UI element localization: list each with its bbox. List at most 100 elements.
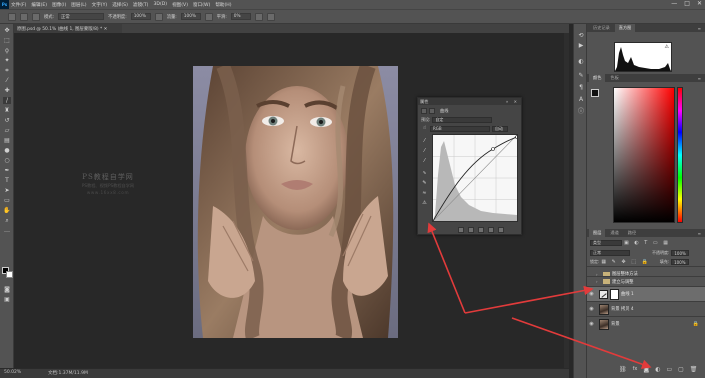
layer-opacity-input[interactable]: 100% bbox=[671, 250, 690, 256]
history-panel-icon[interactable]: ⟲ bbox=[577, 32, 585, 39]
maximize-button[interactable]: □ bbox=[684, 0, 690, 7]
tab-history[interactable]: 历史记录 bbox=[589, 24, 614, 32]
clip-to-layer-icon[interactable] bbox=[458, 227, 464, 233]
brush-panel-icon[interactable] bbox=[32, 12, 40, 21]
smooth-icon[interactable]: ≈ bbox=[421, 190, 428, 197]
menu-layer[interactable]: 图层(L) bbox=[71, 2, 86, 8]
character-icon[interactable]: A bbox=[577, 96, 585, 103]
airbrush-icon[interactable] bbox=[204, 12, 213, 21]
layer-kind-select[interactable]: 类型 bbox=[590, 240, 622, 246]
tab-swatches[interactable]: 色板 bbox=[606, 74, 622, 82]
curve-edit-icon[interactable]: ∿ bbox=[421, 170, 428, 177]
fill-input[interactable]: 100% bbox=[671, 259, 690, 265]
info-icon[interactable]: ⓘ bbox=[577, 108, 585, 115]
hand-adjust-icon[interactable]: ☝ bbox=[421, 125, 428, 132]
view-previous-icon[interactable] bbox=[468, 227, 474, 233]
layer-row[interactable]: ◉ 背景 拷贝 4 bbox=[587, 301, 705, 316]
play-icon[interactable]: ▶ bbox=[577, 42, 585, 49]
quick-mask-icon[interactable]: ◙ bbox=[3, 286, 11, 293]
auto-button[interactable]: 自动 bbox=[492, 125, 508, 132]
zoom-icon[interactable]: ⌕ bbox=[3, 217, 11, 224]
hand-icon[interactable]: ✋ bbox=[3, 207, 11, 214]
properties-header[interactable]: 属性 » ✕ bbox=[418, 98, 521, 105]
healing-icon[interactable]: ✚ bbox=[3, 87, 11, 94]
trash-icon[interactable] bbox=[498, 227, 504, 233]
eye-icon[interactable]: ◉ bbox=[587, 291, 596, 297]
menu-select[interactable]: 选择(S) bbox=[112, 2, 128, 8]
history-brush-icon[interactable]: ↺ bbox=[3, 117, 11, 124]
new-group-icon[interactable]: ▭ bbox=[666, 366, 672, 373]
add-mask-icon[interactable]: ◙ bbox=[643, 366, 649, 373]
visibility-icon[interactable] bbox=[488, 227, 494, 233]
layer-row-selected[interactable]: ◉ 曲线 1 bbox=[587, 286, 705, 301]
eye-icon[interactable]: ◉ bbox=[587, 321, 596, 327]
link-icon[interactable]: ⛓ bbox=[619, 366, 627, 373]
flow-input[interactable]: 100% bbox=[180, 13, 201, 20]
eye-icon[interactable]: ◉ bbox=[587, 306, 596, 312]
menu-file[interactable]: 文件(F) bbox=[11, 2, 26, 8]
properties-tab[interactable]: 属性 bbox=[420, 99, 428, 105]
tab-paths[interactable]: 路径 bbox=[624, 229, 640, 237]
eraser-icon[interactable]: ▱ bbox=[3, 127, 11, 134]
trash-icon[interactable]: 🗑 bbox=[690, 366, 698, 373]
white-point-eyedropper-icon[interactable]: ⁄ bbox=[421, 158, 428, 165]
curves-graph[interactable] bbox=[432, 134, 519, 222]
preset-select[interactable]: 自定 bbox=[432, 117, 493, 123]
menu-view[interactable]: 视图(V) bbox=[172, 2, 188, 8]
screen-mode-icon[interactable]: ▣ bbox=[3, 296, 11, 303]
pressure-opacity-icon[interactable] bbox=[154, 12, 163, 21]
reset-icon[interactable] bbox=[478, 227, 484, 233]
marquee-icon[interactable]: ⬚ bbox=[3, 37, 11, 44]
zoom-level[interactable]: 50.02% bbox=[4, 370, 21, 375]
tab-channels[interactable]: 通道 bbox=[606, 229, 622, 237]
pen-icon[interactable]: ✒ bbox=[3, 167, 11, 174]
minimize-button[interactable]: — bbox=[671, 0, 677, 7]
lock-icons[interactable]: ▦ ✎ ✥ ⬚ 🔒 bbox=[601, 259, 649, 265]
brush-panel-icon[interactable]: ✎ bbox=[577, 72, 585, 79]
layer-row[interactable]: ◉ 背景 🔒 bbox=[587, 316, 705, 331]
shape-icon[interactable]: ▭ bbox=[3, 197, 11, 204]
paragraph-icon[interactable]: ¶ bbox=[577, 84, 585, 91]
panel-window-buttons[interactable]: » ✕ bbox=[506, 99, 519, 104]
blur-icon[interactable]: ● bbox=[3, 147, 11, 154]
type-icon[interactable]: T bbox=[3, 177, 11, 184]
dodge-icon[interactable]: ○ bbox=[3, 157, 11, 164]
gradient-icon[interactable]: ▤ bbox=[3, 137, 11, 144]
menu-edit[interactable]: 编辑(E) bbox=[31, 2, 47, 8]
close-button[interactable]: ✕ bbox=[697, 0, 702, 7]
layer-row[interactable]: › 建立与调整 bbox=[587, 276, 705, 286]
mode-select[interactable]: 正常 bbox=[58, 13, 105, 20]
menu-3d[interactable]: 3D(D) bbox=[153, 2, 167, 7]
layer-mask-thumb[interactable] bbox=[610, 288, 619, 300]
fx-icon[interactable]: fx bbox=[633, 366, 638, 373]
brush-size-icon[interactable] bbox=[20, 12, 28, 21]
hue-slider[interactable] bbox=[677, 87, 683, 223]
menu-image[interactable]: 图像(I) bbox=[52, 2, 66, 8]
move-icon[interactable]: ✥ bbox=[3, 27, 11, 34]
color-picker-field[interactable] bbox=[613, 87, 675, 223]
menu-type[interactable]: 文字(Y) bbox=[92, 2, 108, 8]
gear-icon[interactable] bbox=[254, 12, 263, 21]
gray-point-eyedropper-icon[interactable]: ⁄ bbox=[421, 148, 428, 155]
magic-wand-icon[interactable]: ✦ bbox=[3, 57, 11, 64]
blend-mode-select[interactable]: 正常 bbox=[590, 250, 630, 256]
panel-menu-icon[interactable]: ≡ bbox=[698, 76, 701, 81]
tab-histogram[interactable]: 直方图 bbox=[614, 24, 636, 32]
menu-filter[interactable]: 滤镜(T) bbox=[133, 2, 149, 8]
new-adjustment-icon[interactable]: ◐ bbox=[655, 366, 660, 373]
expand-caret-icon[interactable]: › bbox=[596, 279, 602, 284]
panel-menu-icon[interactable]: ≡ bbox=[698, 26, 701, 31]
menu-help[interactable]: 帮助(H) bbox=[215, 2, 231, 8]
layer-filter-icons[interactable]: ▣ ◐ T ▭ ▦ bbox=[624, 240, 670, 246]
pencil-icon[interactable]: ✎ bbox=[421, 180, 428, 187]
black-point-eyedropper-icon[interactable]: ⁄ bbox=[421, 138, 428, 145]
panel-foreground-swatch[interactable] bbox=[591, 89, 599, 97]
brush-preset-icon[interactable] bbox=[8, 12, 16, 21]
tab-layers[interactable]: 图层 bbox=[589, 229, 606, 237]
crop-icon[interactable]: ⌗ bbox=[3, 67, 11, 74]
channel-select[interactable]: RGB bbox=[430, 125, 490, 132]
vertical-scrollbar[interactable] bbox=[564, 33, 569, 369]
symmetry-icon[interactable] bbox=[266, 12, 275, 21]
portrait-photo[interactable] bbox=[193, 66, 398, 338]
menu-window[interactable]: 窗口(W) bbox=[193, 2, 210, 8]
